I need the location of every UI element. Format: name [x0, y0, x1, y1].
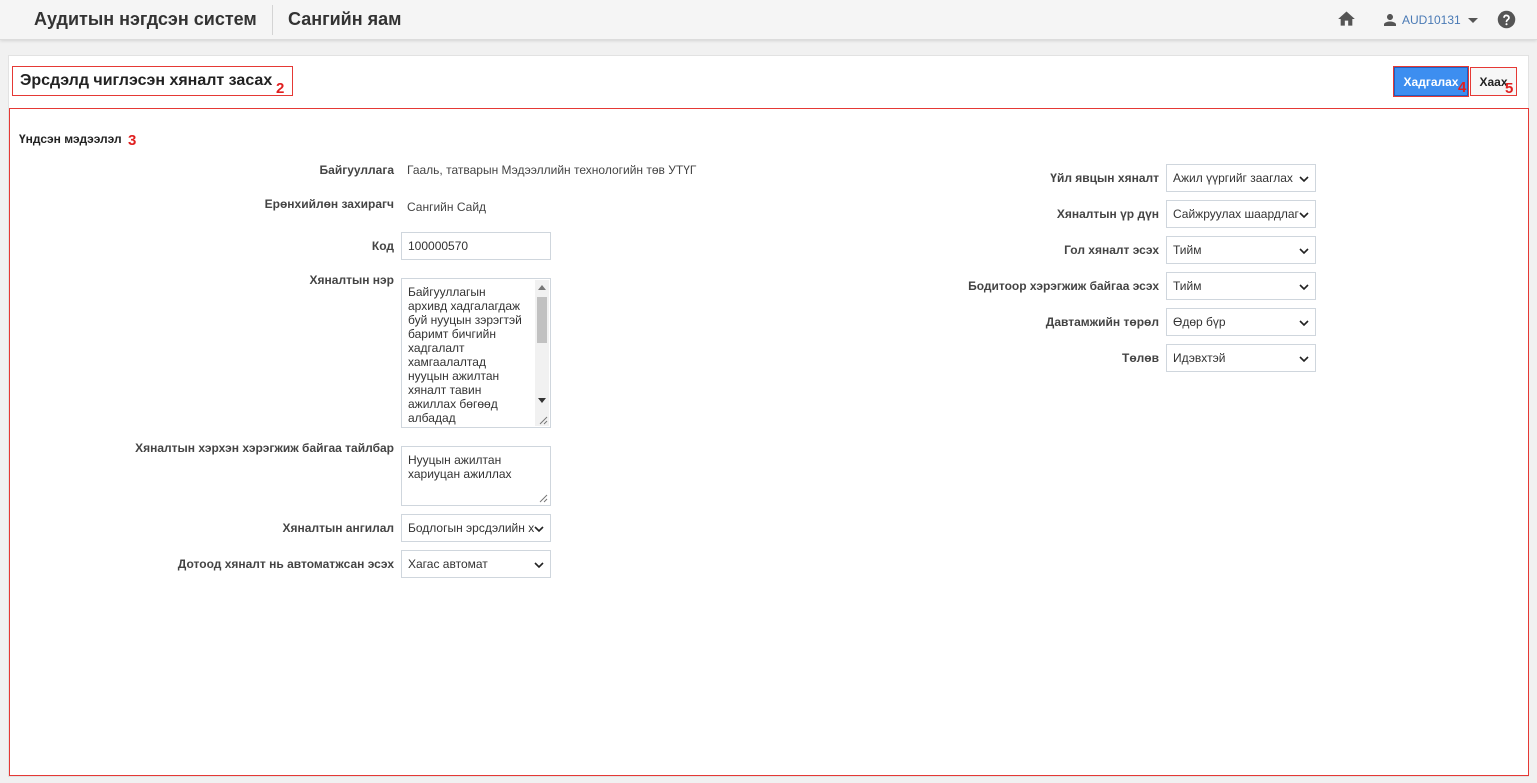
control-name-line: хяналт тавин: [408, 383, 482, 397]
control-name-line: хадгалалт: [408, 341, 465, 355]
marker-3: 3: [128, 132, 137, 149]
actual-impl-value: Тийм: [1173, 279, 1202, 293]
key-control-value: Тийм: [1173, 243, 1202, 257]
status-select[interactable]: Идэвхтэй: [1166, 344, 1316, 372]
chevron-down-icon: [534, 562, 544, 569]
result-value: Сайжруулах шаардлаг: [1173, 207, 1299, 221]
actual-impl-label: Бодитоор хэрэгжиж байгаа эсэх: [968, 279, 1159, 293]
implementation-line: Нууцын ажилтан: [408, 453, 502, 467]
status-label: Төлөв: [1122, 351, 1159, 365]
chevron-down-icon: [1299, 212, 1309, 219]
header-divider: [272, 5, 273, 35]
control-name-line: баримт бичгийн: [408, 327, 496, 341]
result-select[interactable]: Сайжруулах шаардлаг: [1166, 200, 1316, 228]
frequency-label: Давтамжийн төрөл: [1045, 315, 1159, 329]
automated-select[interactable]: Хагас автомат: [401, 550, 551, 578]
control-name-textarea[interactable]: Байгууллагын архивд хадгалагдаж буй нууц…: [401, 278, 551, 428]
key-control-select[interactable]: Тийм: [1166, 236, 1316, 264]
director-value: Сангийн Сайд: [407, 200, 487, 214]
user-icon: [1384, 14, 1396, 26]
marker-4: 4: [1458, 79, 1467, 96]
org-label: Байгууллага: [319, 163, 394, 177]
director-label: Ерөнхийлөн захирагч: [264, 197, 394, 211]
help-icon[interactable]: [1496, 9, 1517, 30]
org-value: Гааль, татварын Мэдээллийн технологийн т…: [407, 163, 697, 177]
resize-grip-icon[interactable]: [539, 494, 548, 503]
automated-value: Хагас автомат: [408, 557, 488, 571]
scroll-up-arrow-icon[interactable]: [538, 285, 546, 290]
section-title: Үндсэн мэдээлэл: [19, 132, 122, 146]
classification-select[interactable]: Бодлогын эрсдэлийн х: [401, 514, 551, 542]
classification-label: Хяналтын ангилал: [282, 521, 394, 535]
chevron-down-icon: [1299, 248, 1309, 255]
frequency-value: Өдөр бүр: [1173, 315, 1226, 329]
classification-value: Бодлогын эрсдэлийн х: [408, 521, 535, 535]
status-value: Идэвхтэй: [1173, 351, 1226, 365]
control-name-line: нууцын ажилтан: [408, 369, 500, 383]
chevron-down-icon: [1299, 176, 1309, 183]
app-title[interactable]: Аудитын нэгдсэн систем: [34, 9, 257, 30]
process-select[interactable]: Ажил үүргийг зааглах: [1166, 164, 1316, 192]
result-label: Хяналтын үр дүн: [1056, 207, 1159, 221]
frequency-select[interactable]: Өдөр бүр: [1166, 308, 1316, 336]
control-name-line: Байгууллагын: [408, 285, 486, 299]
top-header: Аудитын нэгдсэн систем Сангийн яам AUD10…: [0, 0, 1537, 40]
control-name-line: хамгаалалтад: [408, 355, 486, 369]
scroll-down-arrow-icon[interactable]: [538, 398, 546, 403]
textarea-scrollbar[interactable]: [535, 280, 549, 426]
control-name-line: ажиллах бөгөөд: [408, 397, 498, 411]
implementation-textarea[interactable]: Нууцын ажилтан хариуцан ажиллах: [401, 446, 551, 506]
chevron-down-icon: [534, 526, 544, 533]
scroll-thumb[interactable]: [537, 297, 547, 343]
save-button[interactable]: Хадгалах: [1393, 66, 1469, 97]
resize-grip-icon[interactable]: [539, 416, 548, 425]
key-control-label: Гол хяналт эсэх: [1064, 243, 1159, 257]
implementation-line: хариуцан ажиллах: [408, 467, 512, 481]
chevron-down-icon: [1299, 356, 1309, 363]
user-menu[interactable]: AUD10131: [1381, 10, 1478, 30]
automated-label: Дотоод хяналт нь автоматжсан эсэх: [177, 557, 394, 571]
chevron-down-icon: [1299, 284, 1309, 291]
code-label: Код: [371, 239, 394, 253]
caret-down-icon: [1467, 17, 1478, 23]
marker-2: 2: [276, 80, 285, 97]
process-label: Үйл явцын хяналт: [1050, 171, 1159, 185]
code-input[interactable]: 100000570: [401, 232, 551, 260]
chevron-down-icon: [1299, 320, 1309, 327]
user-name: AUD10131: [1402, 13, 1461, 27]
marker-5: 5: [1505, 80, 1514, 97]
control-name-line: албадад: [408, 411, 456, 425]
page-title: Эрсдэлд чиглэсэн хяналт засах: [20, 72, 273, 89]
implementation-label: Хяналтын хэрхэн хэрэгжиж байгаа тайлбар: [135, 441, 394, 455]
control-name-label: Хяналтын нэр: [309, 273, 394, 287]
control-name-line: буй нууцын зэрэгтэй: [408, 313, 522, 327]
control-name-line: архивд хадгалагдаж: [408, 299, 521, 313]
actual-impl-select[interactable]: Тийм: [1166, 272, 1316, 300]
home-icon[interactable]: [1336, 9, 1357, 29]
org-title: Сангийн яам: [288, 9, 402, 29]
process-value: Ажил үүргийг зааглах: [1173, 171, 1293, 185]
